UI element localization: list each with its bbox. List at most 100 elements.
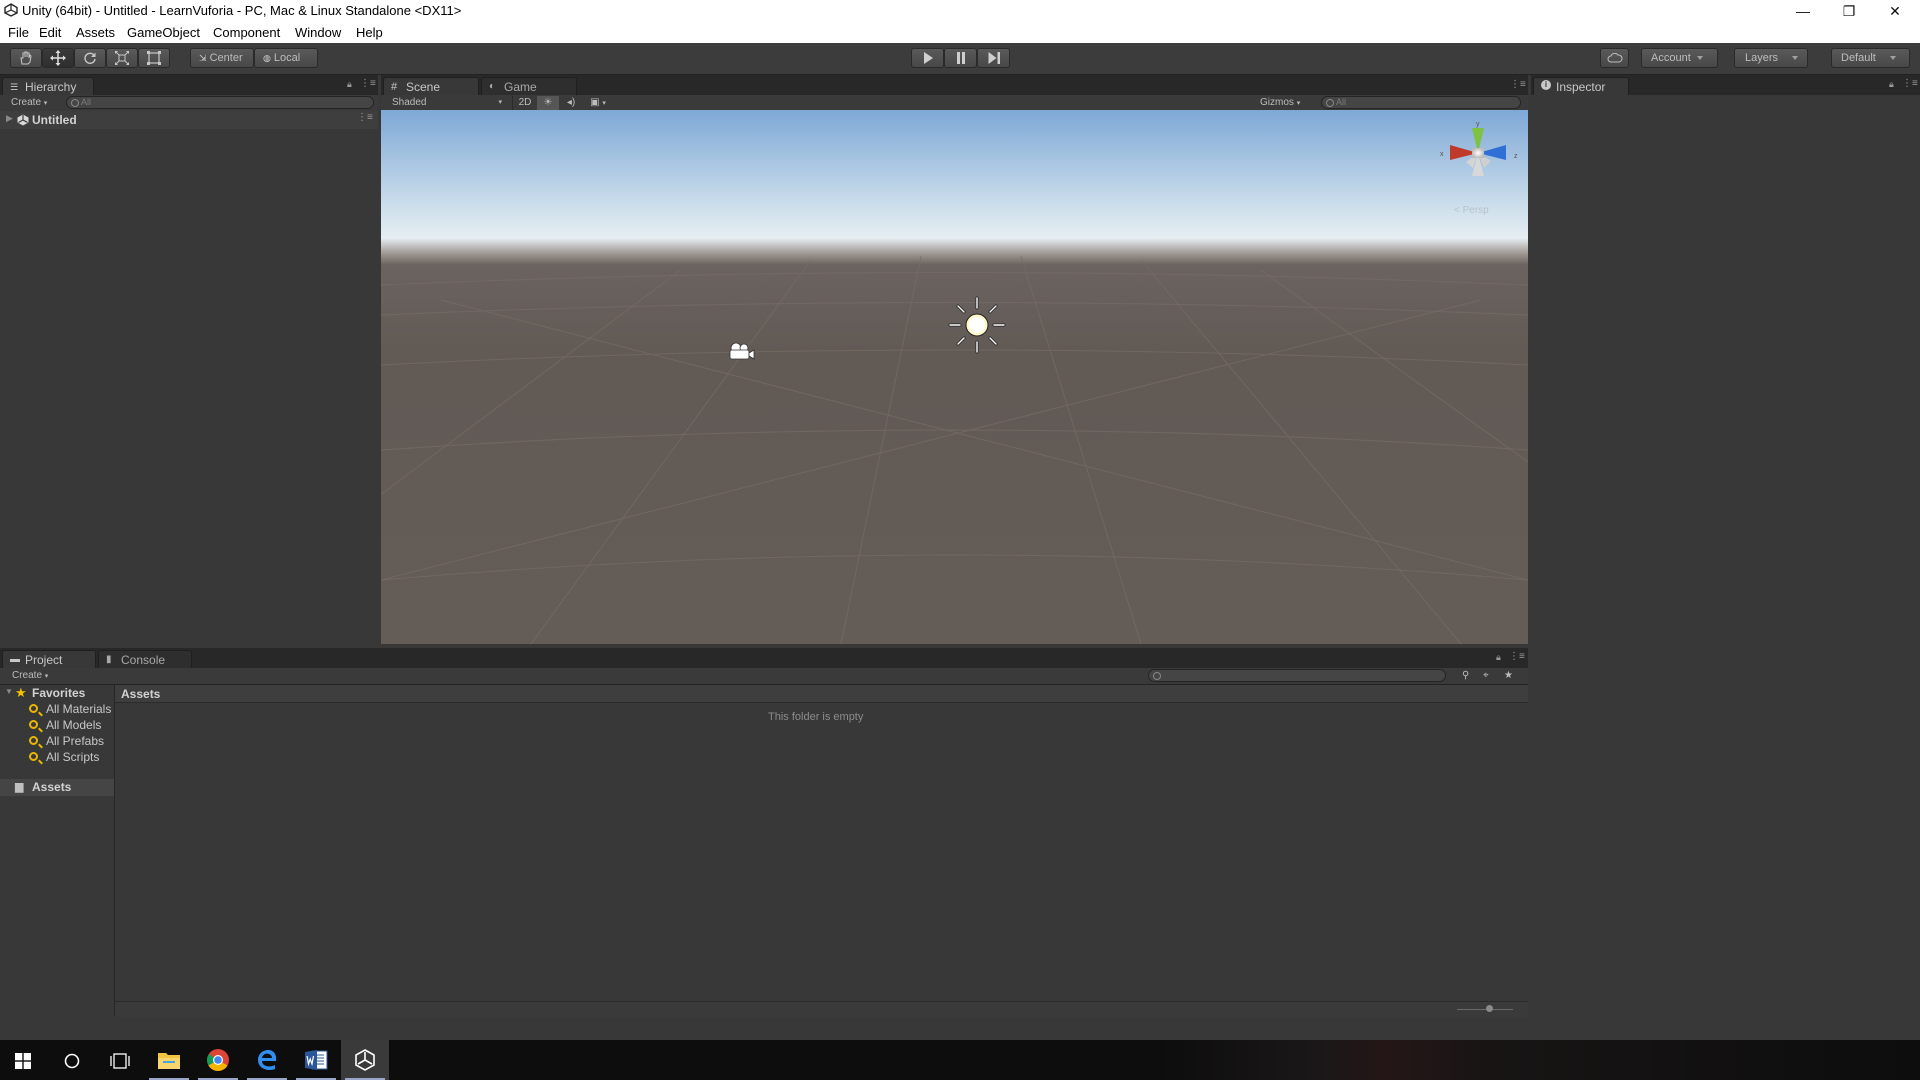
hierarchy-toolbar: Create ▾ All	[0, 95, 378, 112]
audio-toggle-button[interactable]: ◂)	[560, 96, 582, 110]
tab-game[interactable]: ◐ Game	[481, 77, 577, 95]
minimize-button[interactable]: —	[1780, 0, 1826, 22]
hierarchy-create-button[interactable]: Create ▾	[11, 96, 47, 110]
pivot-icon: ⇲	[199, 53, 207, 63]
assets-tree-item[interactable]: ▆ Assets	[0, 779, 114, 796]
lighting-toggle-button[interactable]: ☀	[537, 96, 559, 110]
search-placeholder: All	[1336, 97, 1347, 107]
panel-menu-icon[interactable]: ⋮≡	[1510, 79, 1526, 90]
search-placeholder: All	[81, 97, 92, 107]
rect-tool-button[interactable]	[138, 48, 170, 68]
close-button[interactable]: ✕	[1872, 0, 1918, 22]
favorite-all-prefabs[interactable]: All Prefabs	[46, 734, 104, 748]
space-toggle-button[interactable]: ◍ Local	[254, 48, 318, 68]
search-icon	[29, 752, 38, 761]
unity-logo-icon	[4, 3, 18, 17]
cortana-search-button[interactable]	[48, 1040, 96, 1080]
tab-project[interactable]: ▬ Project	[2, 650, 96, 668]
icon-size-slider-track[interactable]	[1457, 1009, 1513, 1010]
scale-tool-button[interactable]	[106, 48, 138, 68]
restore-button[interactable]: ❐	[1826, 0, 1872, 22]
panel-menu-icon[interactable]: ⋮≡	[1509, 651, 1525, 662]
projection-label[interactable]: < Persp	[1454, 205, 1489, 216]
rect-icon	[147, 51, 161, 65]
favorite-all-models[interactable]: All Models	[46, 718, 101, 732]
file-explorer-button[interactable]	[145, 1040, 193, 1080]
pause-button[interactable]	[944, 48, 977, 68]
account-dropdown[interactable]: Account	[1641, 48, 1718, 68]
start-button[interactable]	[0, 1040, 48, 1080]
tab-scene[interactable]: # Scene	[383, 77, 479, 95]
layout-dropdown[interactable]: Default	[1831, 48, 1910, 68]
chevron-down-icon	[1889, 56, 1896, 61]
lock-icon[interactable]: 🔒︎	[1889, 79, 1894, 90]
speaker-icon: ◂)	[566, 97, 576, 108]
tab-inspector[interactable]: i Inspector	[1533, 77, 1629, 95]
project-search-input[interactable]	[1148, 669, 1446, 682]
layers-dropdown[interactable]: Layers	[1734, 48, 1808, 68]
effects-dropdown[interactable]: ▣ ▾	[583, 96, 613, 110]
favorites-label[interactable]: Favorites	[32, 686, 85, 700]
menu-component[interactable]: Component	[213, 25, 280, 40]
search-by-type-icon[interactable]: ⚲	[1462, 669, 1469, 683]
orientation-gizmo[interactable]: y x z	[1436, 118, 1522, 198]
search-icon	[29, 736, 38, 745]
gizmos-dropdown[interactable]: Gizmos ▾	[1260, 96, 1300, 110]
hand-tool-button[interactable]	[10, 48, 42, 68]
tab-hierarchy[interactable]: ☰ Hierarchy	[2, 77, 94, 95]
task-view-button[interactable]	[96, 1040, 144, 1080]
camera-icon[interactable]	[726, 340, 756, 364]
2d-toggle-button[interactable]: 2D	[512, 96, 538, 110]
chrome-button[interactable]	[194, 1040, 242, 1080]
search-icon	[29, 704, 38, 713]
scene-name: Untitled	[32, 113, 77, 127]
edge-button[interactable]	[243, 1040, 291, 1080]
project-create-button[interactable]: Create ▾	[12, 669, 48, 683]
lock-icon[interactable]: 🔒︎	[1496, 652, 1501, 663]
draw-mode-dropdown[interactable]: Shaded ▾	[392, 96, 502, 110]
unity-scene-icon	[17, 114, 29, 126]
favorite-star-icon[interactable]: ★	[1504, 669, 1513, 683]
tab-console[interactable]: ▮ Console	[98, 650, 192, 668]
expand-arrow-icon[interactable]: ▶	[6, 113, 13, 124]
panel-menu-icon[interactable]: ⋮≡	[360, 78, 376, 89]
rotate-tool-button[interactable]	[74, 48, 106, 68]
menu-file[interactable]: File	[8, 25, 29, 40]
panel-menu-icon[interactable]: ⋮≡	[1902, 78, 1918, 89]
scene-viewport[interactable]: y x z < Persp	[381, 110, 1528, 644]
favorites-star-icon: ★	[15, 685, 27, 700]
directional-light-icon[interactable]	[947, 295, 1007, 355]
lock-icon[interactable]: 🔒︎	[347, 79, 352, 90]
create-label: Create	[11, 97, 42, 108]
word-button[interactable]	[292, 1040, 340, 1080]
move-tool-button[interactable]	[42, 48, 74, 68]
menu-help[interactable]: Help	[356, 25, 383, 40]
unity-icon	[355, 1049, 375, 1071]
play-button[interactable]	[911, 48, 944, 68]
menu-edit[interactable]: Edit	[39, 25, 61, 40]
info-icon: i	[1541, 80, 1551, 90]
tab-hierarchy-label: Hierarchy	[25, 80, 77, 94]
hierarchy-tabstrip: ☰ Hierarchy 🔒︎ ⋮≡	[0, 75, 378, 95]
step-button[interactable]	[977, 48, 1010, 68]
scene-menu-icon[interactable]: ⋮≡	[357, 112, 373, 123]
favorite-all-materials[interactable]: All Materials	[46, 702, 111, 716]
menu-assets[interactable]: Assets	[76, 25, 115, 40]
icon-size-slider-handle[interactable]	[1486, 1005, 1493, 1012]
search-icon	[1326, 99, 1334, 107]
menu-gameobject[interactable]: GameObject	[127, 25, 200, 40]
menu-window[interactable]: Window	[295, 25, 341, 40]
gizmo-center-cube[interactable]	[1472, 148, 1484, 158]
hierarchy-search-input[interactable]: All	[66, 96, 374, 109]
collab-cloud-button[interactable]	[1600, 48, 1629, 68]
expand-arrow-icon[interactable]: ▼	[5, 687, 13, 696]
breadcrumb-assets[interactable]: Assets	[121, 687, 160, 701]
favorite-all-scripts[interactable]: All Scripts	[46, 750, 99, 764]
unity-button[interactable]	[341, 1040, 389, 1080]
pivot-toggle-button[interactable]: ⇲ Center	[190, 48, 254, 68]
title-bar: Unity (64bit) - Untitled - LearnVuforia …	[0, 0, 1920, 22]
search-by-label-icon[interactable]: ⌖	[1483, 669, 1489, 683]
scene-search-input[interactable]: All	[1321, 96, 1521, 109]
hand-icon	[20, 51, 32, 65]
hierarchy-scene-row[interactable]: ▶ Untitled ⋮≡	[0, 111, 378, 129]
